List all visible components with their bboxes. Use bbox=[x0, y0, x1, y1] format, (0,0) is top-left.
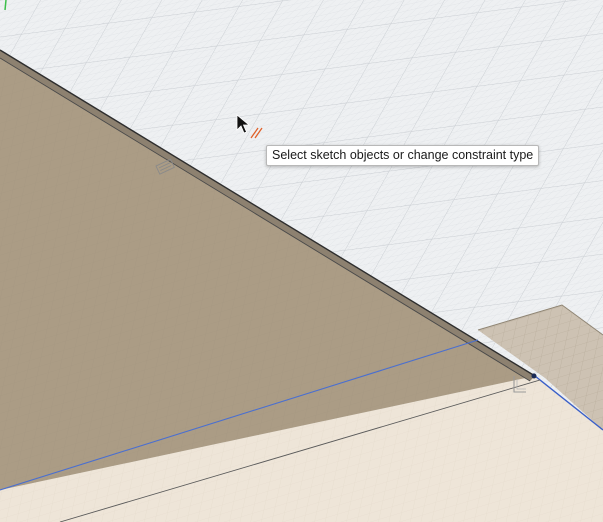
canvas-viewport[interactable]: Select sketch objects or change constrai… bbox=[0, 0, 603, 522]
tooltip: Select sketch objects or change constrai… bbox=[266, 145, 540, 166]
sketch-point[interactable] bbox=[531, 373, 537, 379]
sketch-canvas[interactable] bbox=[0, 0, 603, 522]
green-axis-icon bbox=[4, 0, 7, 11]
